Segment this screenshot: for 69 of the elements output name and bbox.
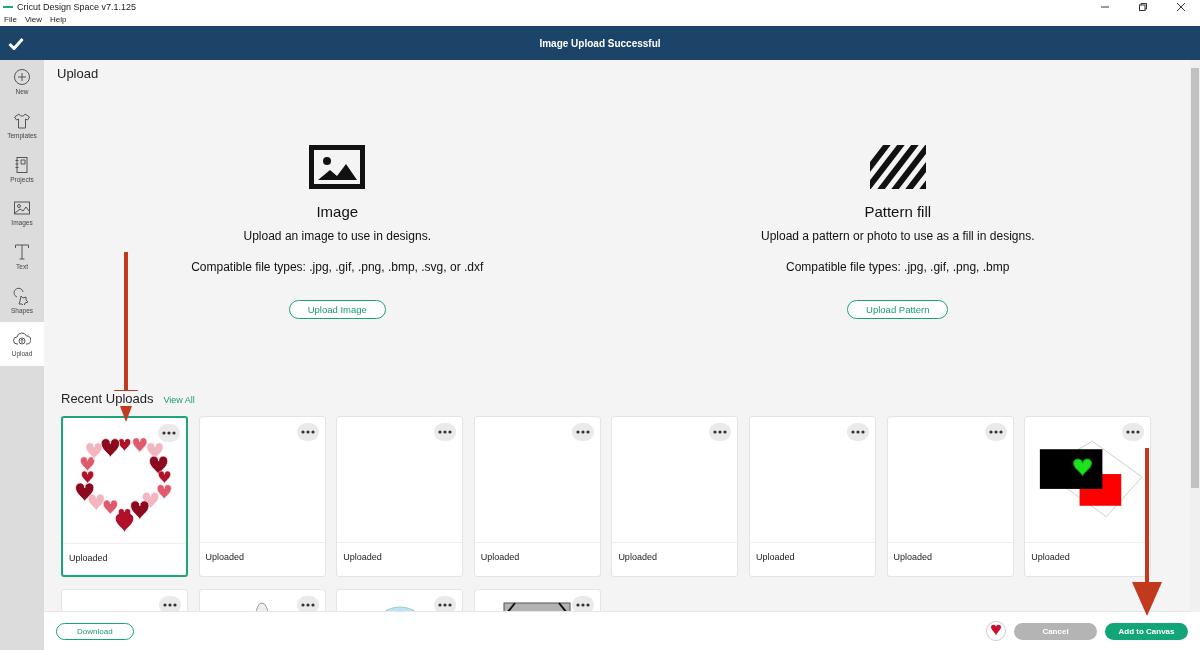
more-button[interactable] [571,423,594,441]
more-icon [438,430,453,434]
more-button[interactable] [709,423,732,441]
menu-item[interactable]: View [24,15,43,24]
more-button[interactable] [984,423,1007,441]
more-button[interactable] [434,423,457,441]
card-label: Uploaded [204,551,246,564]
header-title: Image Upload Successful [539,37,661,49]
more-button[interactable] [1122,423,1145,441]
upload-card[interactable]: Uploaded [611,416,739,577]
section-title: Recent Uploads [61,391,154,406]
card-label: Uploaded [342,551,383,564]
upload-card[interactable]: Uploaded [886,416,1014,577]
upload-card[interactable]: Uploaded [198,416,326,577]
upload-card[interactable]: Uploaded [473,416,601,577]
more-button[interactable] [296,596,319,611]
card-label: Uploaded [617,551,658,564]
upload-card[interactable]: Uploaded [336,416,464,577]
upload-button[interactable]: Upload Pattern [847,300,949,319]
card-label: Uploaded [754,551,796,564]
more-button[interactable] [571,596,594,611]
more-button[interactable] [159,596,181,611]
more-button[interactable] [296,423,319,441]
more-icon [575,603,590,607]
more-icon [988,430,1003,434]
more-icon [713,430,728,434]
more-icon [163,603,177,607]
stripes-icon [869,145,926,189]
option-title: Pattern fill [864,203,932,220]
more-icon [575,430,590,434]
shapes-icon [13,286,31,305]
more-icon [438,603,453,607]
image-icon [13,199,31,218]
upload-card[interactable]: Uploaded [1024,416,1152,577]
window-title: Cricut Design Space v7.1.125 [17,1,137,12]
close-icon[interactable] [1176,1,1186,12]
image-icon [309,145,366,189]
card-label: Uploaded [68,552,109,565]
more-icon [1126,430,1141,434]
card-label: Uploaded [1030,551,1071,564]
menu-item[interactable]: File [4,15,17,24]
option-title: Image [316,203,359,220]
more-button[interactable] [158,424,180,442]
plus-icon [13,68,31,87]
upload-card[interactable]: Uploaded [748,416,876,577]
shirt-icon [13,112,31,131]
more-icon [300,603,315,607]
option-description: Upload an image to use in designs. [243,229,431,243]
download-button[interactable]: Download [56,622,134,640]
more-button[interactable] [434,596,457,611]
menu-item[interactable]: Help [50,15,67,24]
more-icon [162,431,176,435]
avatar-icon[interactable] [986,621,1006,641]
upload-card[interactable]: Uploaded [61,416,188,577]
page-title: Upload [57,66,100,81]
more-icon [300,430,315,434]
option-description: Upload a pattern or photo to use as a fill in designs. [761,229,1035,243]
more-button[interactable] [846,423,869,441]
more-icon [850,430,865,434]
card-label: Uploaded [479,551,521,564]
notebook-icon [13,155,31,174]
card-label: Uploaded [892,551,934,564]
checkmark-icon[interactable] [8,36,24,50]
file-types-text: Compatible file types: .jpg, .gif, .png, .bmp [786,260,1010,274]
letter-icon [13,243,31,262]
upload-button[interactable]: Upload Image [288,300,386,319]
file-types-text: Compatible file types: .jpg, .gif, .png, .bmp, .svg, or .dxf [191,260,484,274]
maximize-icon[interactable] [1138,1,1148,12]
scrollbar-thumb[interactable] [1191,68,1199,488]
